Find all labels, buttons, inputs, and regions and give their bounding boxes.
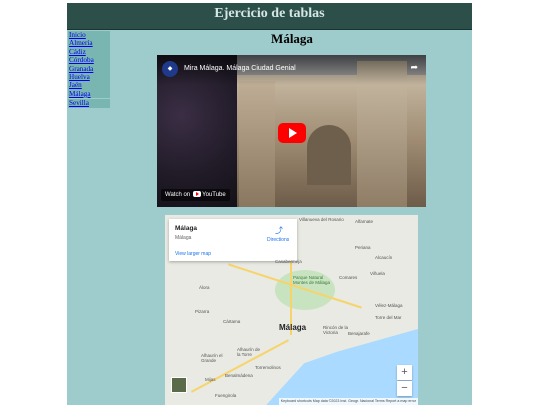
sidebar-item-cordoba[interactable]: Córdoba — [68, 56, 110, 65]
watch-on-label: Watch on — [165, 192, 191, 198]
directions-link[interactable]: Directions — [267, 237, 289, 243]
map-label: Parque Natural Montes de Málaga — [293, 275, 331, 285]
map-attribution[interactable]: Keyboard shortcuts Map data ©2023 Inst. … — [278, 398, 418, 405]
place-info-card: Málaga Málaga ⤴ Directions View larger m… — [169, 219, 297, 261]
google-map-embed[interactable]: Málaga Málaga ⤴ Directions View larger m… — [165, 215, 418, 405]
satellite-toggle[interactable] — [171, 377, 187, 393]
youtube-brand-label: YouTube — [202, 192, 226, 198]
share-icon[interactable]: ➦ — [410, 62, 418, 73]
map-label: Comares — [339, 275, 358, 280]
sidebar-item-huelva[interactable]: Huelva — [68, 73, 110, 82]
page-title: Málaga — [271, 31, 313, 46]
place-name: Málaga — [175, 225, 198, 232]
sidebar-item-malaga[interactable]: Málaga — [68, 89, 110, 99]
page-container: Ejercicio de tablas Inicio Almería Cádiz… — [67, 3, 472, 405]
map-label: Fuengirola — [215, 393, 237, 398]
map-label: Cártama — [223, 319, 241, 324]
channel-logo-icon[interactable]: ◆ — [162, 61, 178, 77]
play-button[interactable] — [278, 123, 306, 143]
directions-icon[interactable]: ⤴ — [275, 225, 283, 236]
place-subtitle: Málaga — [175, 235, 192, 241]
sidebar-item-jaen[interactable]: Jaén — [68, 81, 110, 90]
sidebar-item-almeria[interactable]: Almería — [68, 39, 110, 48]
zoom-out-button[interactable]: − — [397, 381, 412, 396]
map-label: Pizarra — [195, 309, 210, 314]
watch-on-youtube-button[interactable]: Watch on YouTube — [161, 189, 230, 201]
map-label: Alfarnate — [355, 219, 374, 224]
map-label: Benalmádena — [225, 373, 253, 378]
map-label: Torremolinos — [255, 365, 281, 370]
map-label: Álora — [199, 285, 210, 290]
map-label: Casabermeja — [275, 259, 302, 264]
map-label: Villanueva del Rosario — [299, 217, 344, 222]
sidebar-nav: Inicio Almería Cádiz Córdoba Granada Hue… — [68, 31, 110, 108]
sidebar-item-inicio[interactable]: Inicio — [68, 31, 110, 40]
page-header: Ejercicio de tablas — [67, 3, 472, 30]
map-label: Vélez-Málaga — [375, 303, 403, 308]
map-label: Periana — [355, 245, 371, 250]
map-label: Alhaurín de la Torre — [237, 347, 261, 357]
video-title[interactable]: Mira Málaga. Málaga Ciudad Genial — [184, 65, 296, 72]
zoom-in-button[interactable]: + — [397, 365, 412, 380]
youtube-embed[interactable]: ◆ Mira Málaga. Málaga Ciudad Genial ➦ Wa… — [157, 55, 426, 207]
map-label: Benajarafe — [348, 331, 370, 336]
youtube-logo-icon — [193, 191, 202, 198]
map-label: Mijas — [205, 377, 216, 382]
view-larger-map-link[interactable]: View larger map — [175, 251, 211, 257]
map-label: Alcaucín — [375, 255, 393, 260]
map-label: Alhaurín el Grande — [201, 353, 223, 363]
sidebar-item-granada[interactable]: Granada — [68, 64, 110, 74]
cathedral-arch — [307, 125, 351, 185]
map-city-label: Málaga — [279, 323, 307, 332]
map-label: Torre del Mar — [375, 315, 402, 320]
sidebar-item-cadiz[interactable]: Cádiz — [68, 47, 110, 57]
map-label: Viñuela — [370, 271, 385, 276]
cathedral-tower-left — [239, 81, 275, 207]
page-header-title: Ejercicio de tablas — [214, 6, 325, 21]
sidebar-item-sevilla[interactable]: Sevilla — [68, 99, 110, 108]
